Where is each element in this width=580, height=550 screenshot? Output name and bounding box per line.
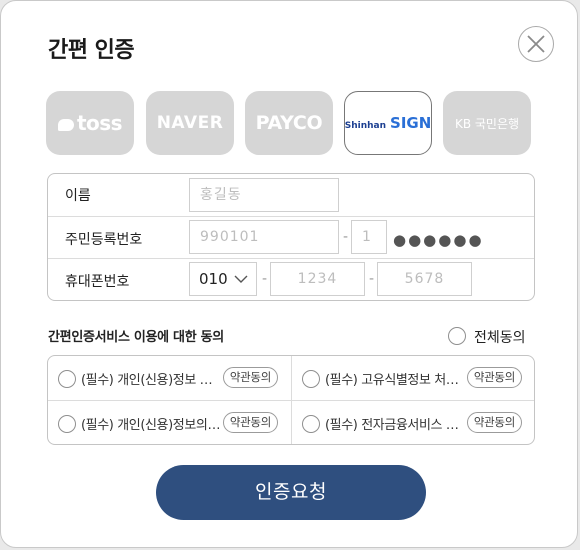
term-text: (필수) 전자금융서비스 …	[325, 418, 459, 433]
phone-dash-2: -	[369, 271, 375, 287]
payco-label: PAYCO	[255, 112, 323, 134]
phone-prefix-value: 010	[199, 270, 228, 288]
phone-prefix-select[interactable]: 010	[189, 262, 257, 296]
naver-label: NAVER	[156, 113, 224, 133]
phone-dash-1: -	[262, 271, 268, 287]
sign-label: SIGN	[390, 114, 432, 132]
terms-list: (필수) 개인(신용)정보 … 약관동의 (필수) 고유식별정보 처… 약관동의…	[47, 355, 535, 445]
term-text: (필수) 개인(신용)정보 …	[81, 373, 213, 388]
term-text: (필수) 개인(신용)정보의…	[81, 418, 221, 433]
rrn-dash: -	[343, 229, 349, 245]
term-item: (필수) 고유식별정보 처… 약관동의	[292, 356, 528, 400]
name-label: 이름	[65, 188, 91, 204]
phone-middle-input[interactable]: 1234	[270, 262, 365, 296]
rrn-back-first-input[interactable]: 1	[351, 220, 387, 254]
phone-label: 휴대폰번호	[65, 274, 130, 290]
request-auth-button[interactable]: 인증요청	[156, 465, 426, 520]
shinhan-logo: Shinhan SIGN	[345, 114, 432, 132]
rrn-masked-digits: ●●●●●●	[393, 231, 484, 249]
name-row: 이름 홍길동	[48, 174, 534, 216]
agreement-title: 간편인증서비스 이용에 대한 동의	[48, 330, 224, 345]
provider-toss-button[interactable]: toss	[46, 91, 134, 155]
term-radio[interactable]	[58, 370, 76, 388]
agree-all-label: 전체동의	[474, 330, 526, 346]
provider-payco-button[interactable]: PAYCO	[245, 91, 333, 155]
close-button[interactable]	[518, 26, 554, 62]
provider-shinhan-button[interactable]: Shinhan SIGN	[344, 91, 432, 155]
simple-auth-modal: 간편 인증 toss NAVER PAYCO Shinhan SIGN KB 국…	[0, 0, 578, 548]
term-radio[interactable]	[302, 415, 320, 433]
identity-form: 이름 홍길동 주민등록번호 990101 - 1 ●●●●●● 휴대폰번호 01…	[47, 173, 535, 301]
toss-icon	[57, 118, 74, 131]
phone-row: 휴대폰번호 010 - 1234 - 5678	[48, 258, 534, 301]
shinhan-label: Shinhan	[344, 121, 387, 131]
agree-all-option[interactable]: 전체동의	[448, 327, 526, 347]
term-agree-button[interactable]: 약관동의	[466, 412, 522, 433]
rrn-front-input[interactable]: 990101	[189, 220, 339, 254]
phone-last-input[interactable]: 5678	[377, 262, 472, 296]
close-icon	[527, 35, 545, 53]
modal-title: 간편 인증	[48, 38, 135, 63]
provider-kb-button[interactable]: KB 국민은행	[443, 91, 531, 155]
term-item: (필수) 개인(신용)정보 … 약관동의	[48, 356, 284, 400]
toss-label: toss	[76, 111, 123, 135]
kb-label: KB 국민은행	[454, 116, 520, 131]
term-agree-button[interactable]: 약관동의	[466, 367, 522, 388]
term-agree-button[interactable]: 약관동의	[222, 367, 278, 388]
rrn-label: 주민등록번호	[65, 232, 143, 248]
provider-naver-button[interactable]: NAVER	[146, 91, 234, 155]
agree-all-radio[interactable]	[448, 327, 466, 345]
term-item: (필수) 전자금융서비스 … 약관동의	[292, 401, 528, 445]
chevron-down-icon	[234, 275, 248, 283]
term-radio[interactable]	[302, 370, 320, 388]
rrn-row: 주민등록번호 990101 - 1 ●●●●●●	[48, 216, 534, 259]
term-text: (필수) 고유식별정보 처…	[325, 373, 459, 388]
term-item: (필수) 개인(신용)정보의… 약관동의	[48, 401, 284, 445]
name-input[interactable]: 홍길동	[189, 178, 339, 212]
term-radio[interactable]	[58, 415, 76, 433]
term-agree-button[interactable]: 약관동의	[222, 412, 278, 433]
toss-logo: toss	[57, 111, 123, 135]
